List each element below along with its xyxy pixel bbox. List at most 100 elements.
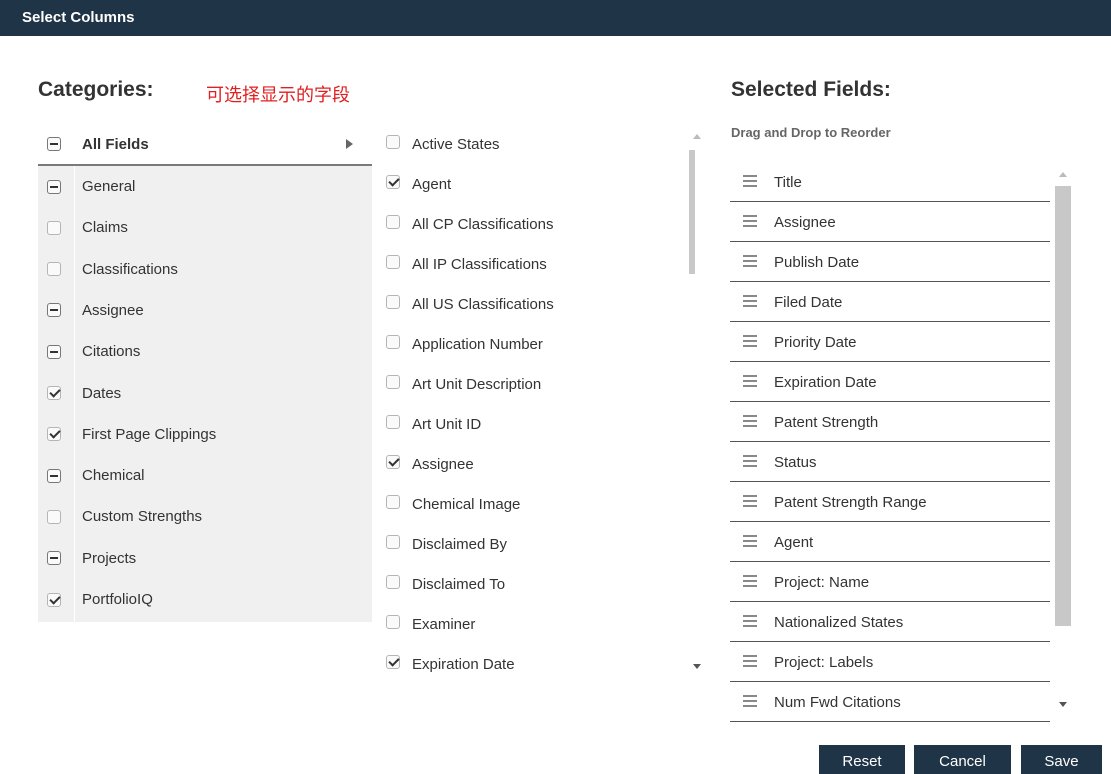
field-item[interactable]: Application Number [377, 324, 677, 364]
field-checkbox[interactable] [386, 295, 400, 309]
category-checkbox[interactable] [47, 551, 61, 566]
expand-arrow-icon[interactable] [346, 139, 353, 149]
selected-field-item[interactable]: Title [730, 162, 1050, 202]
category-item[interactable]: Chemical [38, 455, 372, 496]
field-checkbox[interactable] [386, 615, 400, 629]
field-item[interactable]: All IP Classifications [377, 244, 677, 284]
drag-handle-icon[interactable] [743, 535, 757, 547]
field-checkbox[interactable] [386, 495, 400, 509]
selected-scrollbar[interactable] [1055, 162, 1071, 718]
field-item[interactable]: All CP Classifications [377, 204, 677, 244]
selected-field-item[interactable]: Patent Strength [730, 402, 1050, 442]
field-label: Assignee [412, 456, 474, 473]
field-item[interactable]: Agent [377, 164, 677, 204]
drag-handle-icon[interactable] [743, 615, 757, 627]
field-item[interactable]: Assignee [377, 444, 677, 484]
field-item[interactable]: Art Unit Description [377, 364, 677, 404]
category-checkbox[interactable] [47, 137, 61, 151]
category-checkbox[interactable] [47, 509, 61, 524]
scroll-up-icon[interactable] [693, 134, 701, 139]
category-item[interactable]: Classifications [38, 249, 372, 290]
drag-handle-icon[interactable] [743, 375, 757, 387]
field-checkbox[interactable] [386, 375, 400, 389]
drag-handle-icon[interactable] [743, 495, 757, 507]
drag-handle-icon[interactable] [743, 175, 757, 187]
selected-field-label: Agent [774, 534, 814, 551]
category-item[interactable]: Claims [38, 207, 372, 248]
selected-field-item[interactable]: Publish Date [730, 242, 1050, 282]
field-checkbox[interactable] [386, 215, 400, 229]
category-checkbox[interactable] [47, 303, 61, 318]
category-checkbox[interactable] [47, 179, 61, 194]
field-item[interactable]: Active States [377, 124, 677, 164]
field-label: Disclaimed To [412, 576, 506, 593]
field-checkbox[interactable] [386, 655, 400, 669]
drag-handle-icon[interactable] [743, 295, 757, 307]
drag-handle-icon[interactable] [743, 335, 757, 347]
selected-scroll-thumb[interactable] [1055, 186, 1071, 626]
field-checkbox[interactable] [386, 255, 400, 269]
selected-field-label: Publish Date [774, 254, 860, 271]
scroll-up-icon[interactable] [1059, 172, 1067, 177]
field-checkbox[interactable] [386, 175, 400, 189]
selected-field-item[interactable]: Agent [730, 522, 1050, 562]
category-item[interactable]: Assignee [38, 290, 372, 331]
selected-fields-list: Title Assignee Publish Date Filed Date Prior… [730, 162, 1075, 722]
field-item[interactable]: Disclaimed To [377, 564, 677, 604]
category-checkbox[interactable] [47, 344, 61, 359]
selected-field-item[interactable]: Patent Strength Range [730, 482, 1050, 522]
drag-handle-icon[interactable] [743, 655, 757, 667]
reset-button[interactable]: Reset [819, 745, 905, 774]
selected-field-item[interactable]: Priority Date [730, 322, 1050, 362]
scroll-down-icon[interactable] [693, 664, 701, 669]
field-item[interactable]: Examiner [377, 604, 677, 644]
field-item[interactable]: Chemical Image [377, 484, 677, 524]
selected-field-item[interactable]: Assignee [730, 202, 1050, 242]
field-item[interactable]: Disclaimed By [377, 524, 677, 564]
selected-field-label: Priority Date [774, 334, 857, 351]
field-label: Art Unit ID [412, 416, 482, 433]
fields-scroll-thumb[interactable] [689, 150, 695, 274]
selected-field-item[interactable]: Project: Labels [730, 642, 1050, 682]
category-all-fields[interactable]: All Fields [38, 124, 372, 166]
drag-handle-icon[interactable] [743, 455, 757, 467]
category-item[interactable]: Projects [38, 538, 372, 579]
category-checkbox[interactable] [47, 220, 61, 235]
field-label: Agent [412, 176, 452, 193]
selected-field-item[interactable]: Filed Date [730, 282, 1050, 322]
category-checkbox[interactable] [47, 468, 61, 483]
selected-field-item[interactable]: Status [730, 442, 1050, 482]
field-checkbox[interactable] [386, 455, 400, 469]
category-checkbox[interactable] [47, 427, 61, 442]
fields-scrollbar[interactable] [689, 124, 705, 680]
category-item[interactable]: Dates [38, 373, 372, 414]
category-checkbox[interactable] [47, 262, 61, 277]
field-checkbox[interactable] [386, 135, 400, 149]
drag-handle-icon[interactable] [743, 575, 757, 587]
selected-field-item[interactable]: Expiration Date [730, 362, 1050, 402]
cancel-button[interactable]: Cancel [914, 745, 1011, 774]
drag-handle-icon[interactable] [743, 215, 757, 227]
drag-handle-icon[interactable] [743, 255, 757, 267]
field-checkbox[interactable] [386, 415, 400, 429]
category-item[interactable]: General [38, 166, 372, 207]
field-item[interactable]: Expiration Date [377, 644, 677, 680]
category-checkbox[interactable] [47, 386, 61, 400]
field-checkbox[interactable] [386, 335, 400, 349]
category-item[interactable]: PortfolioIQ [38, 579, 372, 620]
selected-field-item[interactable]: Project: Name [730, 562, 1050, 602]
drag-handle-icon[interactable] [743, 695, 757, 707]
field-item[interactable]: Art Unit ID [377, 404, 677, 444]
selected-field-item[interactable]: Nationalized States [730, 602, 1050, 642]
field-checkbox[interactable] [386, 575, 400, 589]
drag-handle-icon[interactable] [743, 415, 757, 427]
category-item[interactable]: First Page Clippings [38, 414, 372, 455]
field-item[interactable]: All US Classifications [377, 284, 677, 324]
scroll-down-icon[interactable] [1059, 702, 1067, 707]
category-item[interactable]: Custom Strengths [38, 496, 372, 537]
field-checkbox[interactable] [386, 535, 400, 549]
category-checkbox[interactable] [47, 592, 61, 607]
selected-field-item[interactable]: Num Fwd Citations [730, 682, 1050, 722]
save-button[interactable]: Save [1021, 745, 1102, 774]
category-item[interactable]: Citations [38, 331, 372, 372]
